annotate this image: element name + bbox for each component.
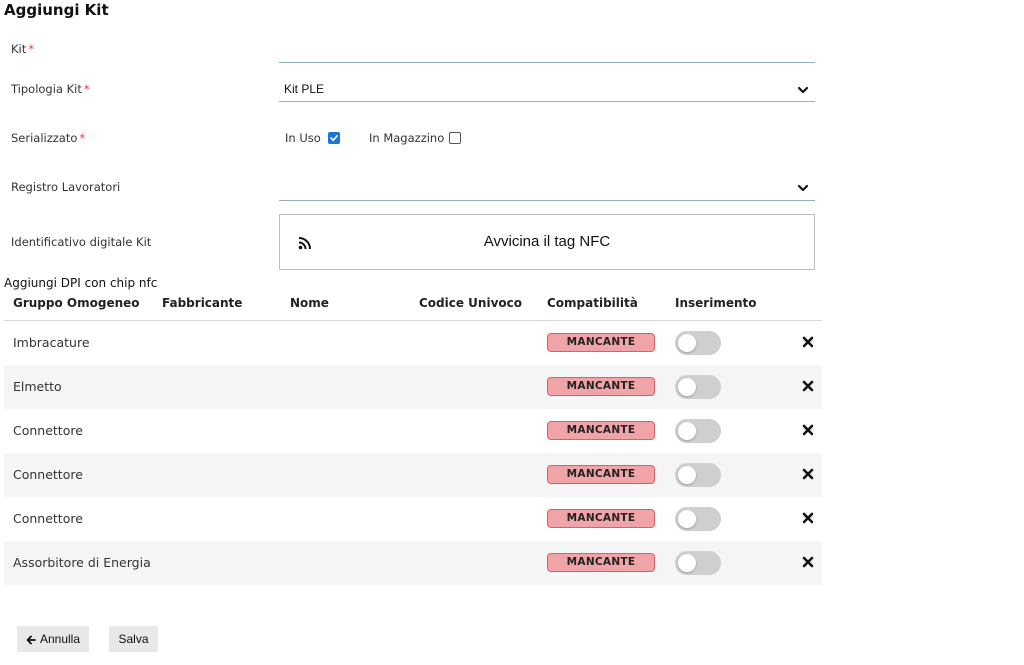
kit-label: Kit * <box>11 42 34 56</box>
close-icon[interactable] <box>802 468 814 480</box>
gruppo-cell: Imbracature <box>13 335 90 350</box>
toggle-knob <box>678 510 696 528</box>
column-header[interactable]: Nome <box>290 296 329 310</box>
table-row: Elmetto MANCANTE <box>4 365 822 409</box>
in-magazzino-checkbox[interactable] <box>449 132 461 144</box>
inserimento-toggle[interactable] <box>675 375 721 399</box>
identificativo-label: Identificativo digitale Kit <box>11 235 151 249</box>
nfc-reader-button[interactable]: Avvicina il tag NFC <box>279 214 815 270</box>
inserimento-toggle[interactable] <box>675 551 721 575</box>
annulla-label: Annulla <box>39 632 81 646</box>
toggle-knob <box>678 334 696 352</box>
serializzato-label: Serializzato * <box>11 131 85 145</box>
column-header[interactable]: Inserimento <box>675 296 757 310</box>
check-icon <box>330 135 338 142</box>
required-mark: * <box>79 131 86 145</box>
column-header[interactable]: Codice Univoco <box>419 296 522 310</box>
registro-label-text: Registro Lavoratori <box>11 180 121 194</box>
registro-label: Registro Lavoratori <box>11 180 120 194</box>
table-row: Connettore MANCANTE <box>4 453 822 497</box>
gruppo-cell: Connettore <box>13 511 83 526</box>
tipologia-label: Tipologia Kit * <box>11 82 90 96</box>
toggle-knob <box>678 554 696 572</box>
close-icon[interactable] <box>802 336 814 348</box>
required-mark: * <box>28 42 34 56</box>
identificativo-label-text: Identificativo digitale Kit <box>11 235 152 249</box>
toggle-knob <box>678 378 696 396</box>
toggle-knob <box>678 422 696 440</box>
inserimento-toggle[interactable] <box>675 507 721 531</box>
chevron-down-icon[interactable] <box>796 181 810 195</box>
toggle-knob <box>678 466 696 484</box>
registro-select[interactable] <box>279 200 815 201</box>
close-icon[interactable] <box>802 424 814 436</box>
close-icon[interactable] <box>802 556 814 568</box>
nfc-prompt: Avvicina il tag NFC <box>483 233 611 250</box>
table-row: Assorbitore di Energia MANCANTE <box>4 541 822 585</box>
page-title: Aggiungi Kit <box>4 1 109 19</box>
close-icon[interactable] <box>802 380 814 392</box>
gruppo-cell: Connettore <box>13 467 83 482</box>
column-header[interactable]: Compatibilità <box>547 296 638 310</box>
status-badge: MANCANTE <box>547 465 655 484</box>
status-badge: MANCANTE <box>547 421 655 440</box>
table-row: Connettore MANCANTE <box>4 409 822 453</box>
kit-label-text: Kit <box>11 42 27 56</box>
tipologia-label-text: Tipologia Kit <box>11 82 82 96</box>
annulla-button[interactable]: Annulla <box>17 626 89 652</box>
in-magazzino-label: In Magazzino <box>369 131 445 145</box>
table-row: Connettore MANCANTE <box>4 497 822 541</box>
status-badge: MANCANTE <box>547 509 655 528</box>
in-uso-checkbox[interactable] <box>328 132 340 144</box>
serializzato-label-text: Serializzato <box>11 131 78 145</box>
status-badge: MANCANTE <box>547 377 655 396</box>
gruppo-cell: Assorbitore di Energia <box>13 555 151 570</box>
tipologia-select[interactable] <box>279 101 815 102</box>
inserimento-toggle[interactable] <box>675 331 721 355</box>
inserimento-toggle[interactable] <box>675 463 721 487</box>
salva-button[interactable]: Salva <box>109 626 158 652</box>
close-icon[interactable] <box>802 512 814 524</box>
arrow-left-icon <box>26 635 36 645</box>
kit-input[interactable] <box>279 62 815 63</box>
status-badge: MANCANTE <box>547 333 655 352</box>
inserimento-toggle[interactable] <box>675 419 721 443</box>
in-uso-label: In Uso <box>285 131 321 145</box>
salva-label: Salva <box>118 632 149 646</box>
column-header[interactable]: Gruppo Omogeneo <box>13 296 140 310</box>
chevron-down-icon[interactable] <box>796 83 810 97</box>
gruppo-cell: Elmetto <box>13 379 62 394</box>
table-row: Imbracature MANCANTE <box>4 321 822 365</box>
dpi-section-title: Aggiungi DPI con chip nfc <box>4 276 158 290</box>
gruppo-cell: Connettore <box>13 423 83 438</box>
tipologia-select-value[interactable]: Kit PLE <box>284 82 324 96</box>
column-header[interactable]: Fabbricante <box>162 296 242 310</box>
status-badge: MANCANTE <box>547 553 655 572</box>
required-mark: * <box>83 82 90 96</box>
